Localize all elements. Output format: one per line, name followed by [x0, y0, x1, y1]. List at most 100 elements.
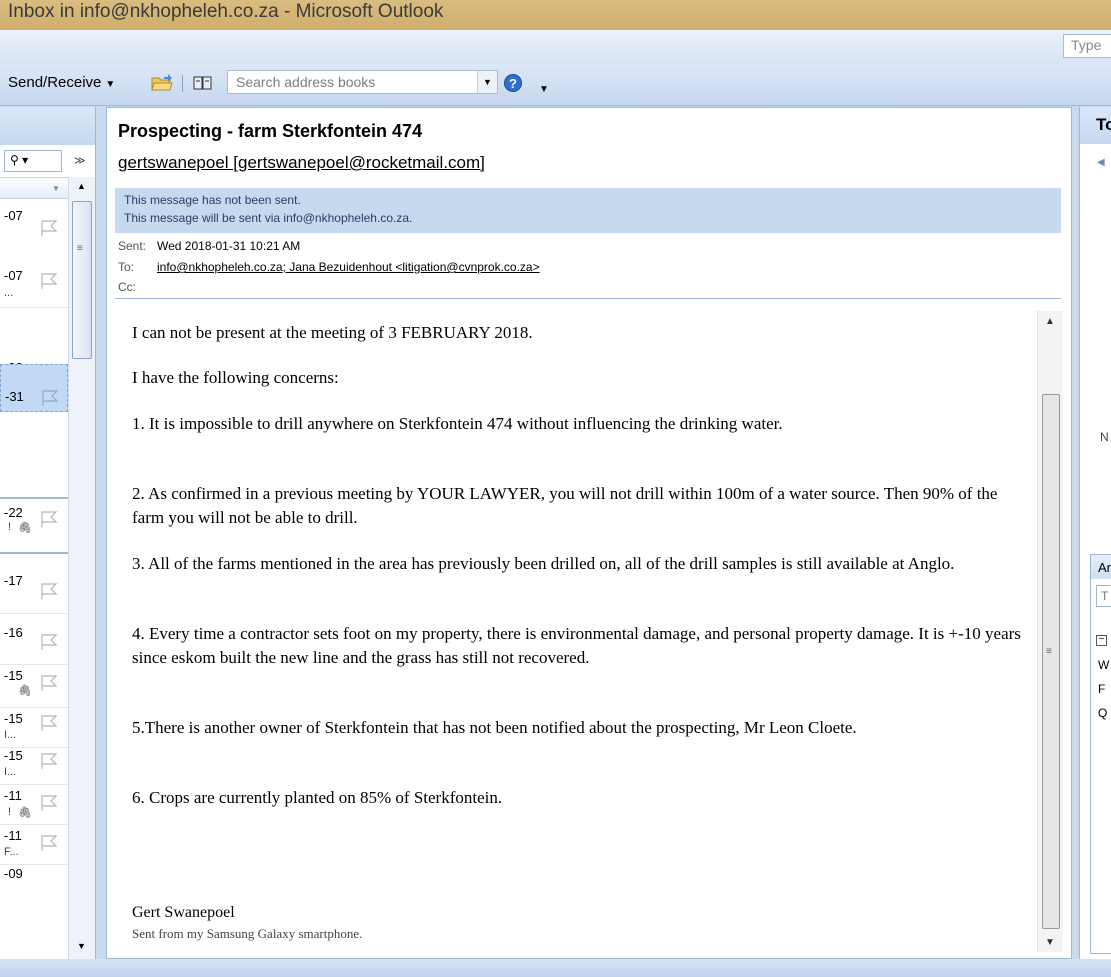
- row-divider: [0, 864, 68, 865]
- window-title: Inbox in info@nkhopheleh.co.za - Microso…: [8, 1, 444, 22]
- scroll-up-icon[interactable]: ▲: [1045, 316, 1055, 327]
- row-divider: [0, 784, 68, 785]
- toolbar-separator: [182, 75, 183, 92]
- list-item-date: -16: [4, 625, 23, 640]
- todo-side-text: N: [1100, 430, 1109, 444]
- flag-icon[interactable]: [38, 219, 60, 237]
- list-item-date: -11: [4, 828, 22, 843]
- status-bar: [0, 959, 1111, 977]
- message-list-header: [0, 107, 95, 145]
- search-dropdown-icon[interactable]: ▼: [477, 71, 497, 93]
- toolbar-options-icon[interactable]: ▼: [539, 84, 549, 95]
- body-paragraph: I have the following concerns:: [132, 368, 339, 387]
- todo-bar: To ◀ N Ar T − W F Q: [1079, 107, 1111, 959]
- todo-bar-header[interactable]: To: [1080, 107, 1111, 144]
- message-from[interactable]: gertswanepoel [gertswanepoel@rocketmail.…: [118, 153, 485, 173]
- body-paragraph: 6. Crops are currently planted on 85% of…: [132, 788, 503, 807]
- flag-icon[interactable]: [38, 714, 60, 732]
- scroll-up-icon[interactable]: ▲: [77, 181, 86, 191]
- flag-icon[interactable]: [38, 633, 60, 651]
- group-divider: [0, 552, 68, 554]
- reading-pane: Prospecting - farm Sterkfontein 474 gert…: [106, 107, 1072, 959]
- search-options-button[interactable]: ⚲ ▾: [4, 150, 62, 172]
- importance-icon: !: [8, 521, 12, 533]
- list-item-preview: I...: [4, 729, 17, 741]
- message-subject: Prospecting - farm Sterkfontein 474: [118, 121, 423, 141]
- task-item[interactable]: W: [1098, 658, 1109, 672]
- arranged-by-label: Ar: [1098, 560, 1111, 575]
- new-task-input[interactable]: T: [1096, 585, 1111, 607]
- task-list-panel: Ar T − W F Q: [1090, 554, 1111, 954]
- flag-icon[interactable]: [38, 674, 60, 692]
- info-line-send-via: This message will be sent via info@nkhop…: [124, 211, 413, 225]
- to-value[interactable]: info@nkhopheleh.co.za; Jana Bezuidenhout…: [157, 260, 540, 274]
- list-item-date: -22: [4, 505, 23, 520]
- row-divider: [0, 613, 68, 614]
- scroll-thumb[interactable]: [1042, 394, 1060, 929]
- flag-icon[interactable]: [38, 272, 60, 290]
- list-item-preview: ...: [4, 287, 14, 299]
- body-paragraph: 4. Every time a contractor sets foot on …: [132, 624, 1021, 667]
- scroll-thumb[interactable]: [72, 201, 92, 359]
- body-paragraph: 2. As confirmed in a previous meeting by…: [132, 484, 998, 527]
- list-item-preview: I...: [4, 766, 17, 778]
- list-item-date: -31: [5, 389, 24, 404]
- message-list-scrollbar[interactable]: ▲ ≡ ▼: [68, 177, 95, 959]
- help-question-box[interactable]: Type: [1063, 34, 1111, 58]
- collapse-icon[interactable]: −: [1096, 635, 1107, 646]
- column-header[interactable]: ▼: [0, 177, 68, 199]
- scroll-down-icon[interactable]: ▼: [1045, 937, 1055, 948]
- sent-value: Wed 2018-01-31 10:21 AM: [157, 239, 301, 253]
- send-receive-label: Send/Receive: [8, 74, 102, 91]
- send-receive-button[interactable]: Send/Receive ▼: [8, 74, 115, 91]
- todo-bar-title: To: [1096, 115, 1111, 134]
- body-paragraph: 5.There is another owner of Sterkfontein…: [132, 718, 857, 737]
- info-line-not-sent: This message has not been sent.: [124, 193, 301, 207]
- folder-icon[interactable]: [151, 74, 173, 91]
- flag-icon[interactable]: [38, 794, 60, 812]
- list-item-date: -15: [4, 711, 23, 726]
- list-item-preview: F...: [4, 846, 19, 858]
- list-item-date: -15: [4, 668, 23, 683]
- search-placeholder: Search address books: [236, 74, 376, 90]
- signature-name: Gert Swanepoel: [132, 904, 235, 921]
- flag-icon[interactable]: [38, 510, 60, 528]
- address-book-icon[interactable]: [193, 75, 213, 91]
- info-bar[interactable]: This message has not been sent. This mes…: [115, 188, 1061, 233]
- body-paragraph: 1. It is impossible to drill anywhere on…: [132, 414, 783, 433]
- list-item-date: -11: [4, 788, 22, 803]
- scroll-down-icon[interactable]: ▼: [77, 941, 86, 951]
- scroll-grip-icon: ≡: [1046, 646, 1052, 657]
- signature-device: Sent from my Samsung Galaxy smartphone.: [132, 926, 363, 941]
- search-address-books-input[interactable]: Search address books ▼: [227, 70, 498, 94]
- task-item[interactable]: Q: [1098, 706, 1107, 720]
- flag-icon[interactable]: [38, 834, 60, 852]
- list-item-date: -09: [4, 866, 23, 881]
- row-divider: [0, 824, 68, 825]
- header-divider: [115, 298, 1061, 299]
- flag-icon[interactable]: [38, 752, 60, 770]
- scroll-grip-icon: ≡: [77, 243, 83, 254]
- attachment-icon: 🖇: [18, 685, 32, 697]
- help-icon[interactable]: ?: [503, 73, 523, 93]
- flag-icon[interactable]: [39, 389, 61, 407]
- cc-label: Cc:: [118, 280, 136, 294]
- selected-list-item[interactable]: -31: [0, 364, 68, 412]
- svg-text:?: ?: [509, 76, 517, 91]
- task-item[interactable]: F: [1098, 682, 1105, 696]
- arranged-by-header[interactable]: Ar: [1091, 555, 1111, 579]
- body-paragraph: 3. All of the farms mentioned in the are…: [132, 554, 955, 573]
- sent-label: Sent:: [118, 239, 147, 253]
- list-item-date: -15: [4, 748, 23, 763]
- expand-query-icon[interactable]: ≫: [74, 154, 86, 167]
- reading-pane-scrollbar[interactable]: ▲ ≡ ▼: [1037, 311, 1063, 952]
- message-list-pane: ⚲ ▾ ≫ ▼ -07 -07 ... -02 -31 -22 ! 🖇 -17 …: [0, 107, 96, 959]
- flag-icon[interactable]: [38, 582, 60, 600]
- to-label: To:: [118, 260, 135, 274]
- chevron-down-icon: ▼: [105, 79, 116, 90]
- importance-icon: !: [8, 806, 12, 818]
- calendar-prev-icon[interactable]: ◀: [1097, 157, 1105, 168]
- row-divider: [0, 664, 68, 665]
- list-item-date: -07: [4, 208, 23, 223]
- list-item-date: -17: [4, 573, 23, 588]
